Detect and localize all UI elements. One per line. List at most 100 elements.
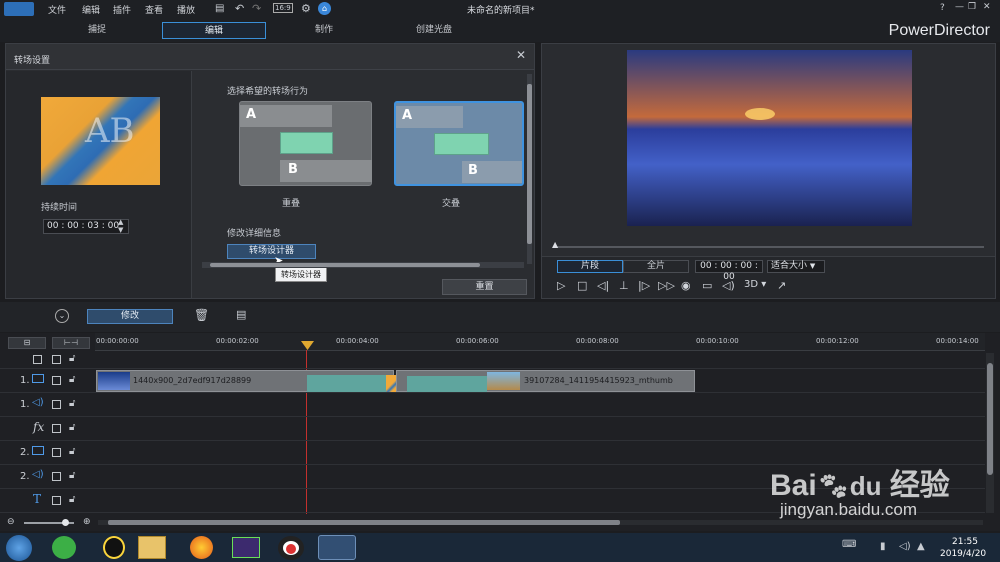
taskbar-app-icon[interactable] xyxy=(232,537,260,558)
fit-timeline-icon[interactable]: ⊢⊣ xyxy=(52,337,90,349)
settings-icon[interactable]: ⚙ xyxy=(301,2,311,15)
minimize-button[interactable]: — xyxy=(955,2,964,12)
menu-view[interactable]: 查看 xyxy=(145,3,163,16)
lock-icon[interactable]: 🔓︎ xyxy=(69,422,75,433)
lock-icon[interactable]: 🔓︎ xyxy=(69,494,75,505)
tab-produce[interactable]: 制作 xyxy=(270,22,378,39)
modify-button[interactable]: 修改 xyxy=(87,309,173,324)
track-a-block: A xyxy=(396,106,463,128)
title-track-icon: T xyxy=(33,492,42,506)
clock-time[interactable]: 21:55 xyxy=(952,537,978,547)
record-icon[interactable] xyxy=(278,536,304,560)
fit-size-label: 适合大小 xyxy=(771,261,808,271)
ruler-tick: 00:00:02:00 xyxy=(216,337,259,345)
upgrade-icon[interactable]: ⌂ xyxy=(318,2,331,15)
keyboard-icon[interactable]: ⌨ xyxy=(842,539,856,550)
lock-icon[interactable]: 🔓︎ xyxy=(69,470,75,481)
title-bar: 文件 编辑 插件 查看 播放 ▤ ↶ ↷ 16:9 ⚙ ⌂ 未命名的新项目* ?… xyxy=(0,0,1000,18)
menu-plugins[interactable]: 插件 xyxy=(113,3,131,16)
clip-name: 1440x900_2d7edf917d28899 xyxy=(133,376,252,385)
tab-create-disc[interactable]: 创建光盘 xyxy=(382,22,486,39)
reset-button[interactable]: 重置 xyxy=(442,279,527,295)
ruler-tick: 00:00:06:00 xyxy=(456,337,499,345)
transition-overlap-region[interactable] xyxy=(307,375,387,392)
undock-icon[interactable]: ↗ xyxy=(777,279,786,292)
ruler-tick: 00:00:04:00 xyxy=(336,337,379,345)
timecode-field[interactable]: 00 : 00 : 00 : 00 xyxy=(695,260,763,282)
behavior-prompt: 选择希望的转场行为 xyxy=(227,87,309,97)
lock-icon[interactable]: 🔓︎ xyxy=(69,353,75,364)
clip-mode-tab[interactable]: 片段 xyxy=(557,260,623,273)
redo-icon[interactable]: ↷ xyxy=(252,2,261,15)
firefox-icon[interactable] xyxy=(190,536,213,559)
tray-icon[interactable]: ▮ xyxy=(880,541,886,552)
menu-play[interactable]: 播放 xyxy=(177,3,195,16)
volume-icon[interactable]: ◁) xyxy=(722,279,735,292)
tab-edit[interactable]: 编辑 xyxy=(162,22,266,39)
track-checkbox[interactable] xyxy=(52,424,61,433)
start-button[interactable] xyxy=(6,535,32,561)
vertical-scrollbar[interactable] xyxy=(527,74,532,264)
duration-stepper-icon[interactable]: ▲ ▼ xyxy=(118,218,123,234)
window-title: 未命名的新项目* xyxy=(467,6,535,16)
close-icon[interactable]: ✕ xyxy=(516,48,526,62)
play-icon[interactable]: ▷ xyxy=(557,279,565,292)
3d-mode-button[interactable]: 3D ▾ xyxy=(744,279,766,290)
transition-preview-thumbnail: AB xyxy=(41,97,160,185)
track-checkbox[interactable] xyxy=(52,448,61,457)
fit-size-dropdown[interactable]: 适合大小 ▼ xyxy=(767,260,825,273)
track-checkbox[interactable] xyxy=(52,376,61,385)
tab-capture[interactable]: 捕捉 xyxy=(40,22,154,39)
timeline-horizontal-scrollbar[interactable] xyxy=(98,520,983,525)
next-frame-icon[interactable]: |▷ xyxy=(638,279,650,292)
menu-edit[interactable]: 编辑 xyxy=(82,3,100,16)
zoom-out-icon[interactable]: ⊖ xyxy=(7,517,15,527)
previous-frame-icon[interactable]: ◁| xyxy=(597,279,609,292)
lock-icon[interactable]: 🔓︎ xyxy=(69,374,75,385)
taskbar-app-icon[interactable] xyxy=(52,536,76,559)
master-enable-checkbox[interactable] xyxy=(52,355,61,364)
stop-icon[interactable]: □ xyxy=(577,279,587,292)
track-checkbox[interactable] xyxy=(52,400,61,409)
volume-tray-icon[interactable]: ◁) xyxy=(899,541,911,552)
timeline-vertical-scrollbar[interactable] xyxy=(986,353,994,513)
preview-letters-icon: AB xyxy=(85,111,135,151)
menu-file[interactable]: 文件 xyxy=(48,3,66,16)
collapse-icon[interactable]: ⌄ xyxy=(55,309,69,323)
full-mode-tab[interactable]: 全片 xyxy=(623,260,689,273)
track-checkbox[interactable] xyxy=(52,496,61,505)
zoom-slider-thumb[interactable] xyxy=(62,519,69,526)
lock-icon[interactable]: 🔓︎ xyxy=(69,398,75,409)
duration-field[interactable]: 00 : 00 : 03 : 00 xyxy=(43,219,129,234)
subtitle-icon[interactable]: ▭ xyxy=(702,279,712,292)
save-icon[interactable]: ▤ xyxy=(215,3,224,14)
split-icon[interactable]: ⊥ xyxy=(619,279,629,292)
transition-designer-button[interactable]: 转场设计器 xyxy=(227,244,316,259)
overlap-option[interactable]: A B xyxy=(239,101,372,186)
file-explorer-icon[interactable] xyxy=(138,536,166,559)
delete-icon[interactable]: 🗑 xyxy=(194,308,209,322)
lock-icon[interactable]: 🔓︎ xyxy=(69,446,75,457)
track-checkbox[interactable] xyxy=(52,472,61,481)
aspect-ratio-button[interactable]: 16:9 xyxy=(273,3,293,13)
track-manager-icon[interactable]: ⊟ xyxy=(8,337,46,349)
more-functions-icon[interactable]: ▤ xyxy=(236,308,246,321)
undo-icon[interactable]: ↶ xyxy=(235,2,244,15)
brand-name: PowerDirector xyxy=(888,22,990,39)
zoom-in-icon[interactable]: ⊕ xyxy=(83,517,91,527)
snapshot-icon[interactable]: ◉ xyxy=(681,279,691,292)
network-icon[interactable]: ▲ xyxy=(917,541,925,552)
restore-button[interactable]: ❐ xyxy=(968,2,976,12)
clock-date[interactable]: 2019/4/20 xyxy=(940,549,986,559)
preview-timeline-slider[interactable] xyxy=(554,246,984,248)
powerdirector-taskbar-icon[interactable] xyxy=(318,535,356,560)
master-track-toggle[interactable] xyxy=(33,355,42,364)
crossover-option[interactable]: A B xyxy=(394,101,524,186)
help-button[interactable]: ? xyxy=(940,3,945,13)
playhead-marker-icon[interactable]: ▲ xyxy=(552,240,558,249)
video-clip[interactable]: 39107284_1411954415923_mthumb xyxy=(396,370,695,392)
horizontal-scrollbar[interactable] xyxy=(202,262,524,268)
close-window-button[interactable]: ✕ xyxy=(983,2,991,12)
fast-forward-icon[interactable]: ▷▷ xyxy=(658,279,675,292)
qq-icon[interactable] xyxy=(103,536,125,559)
